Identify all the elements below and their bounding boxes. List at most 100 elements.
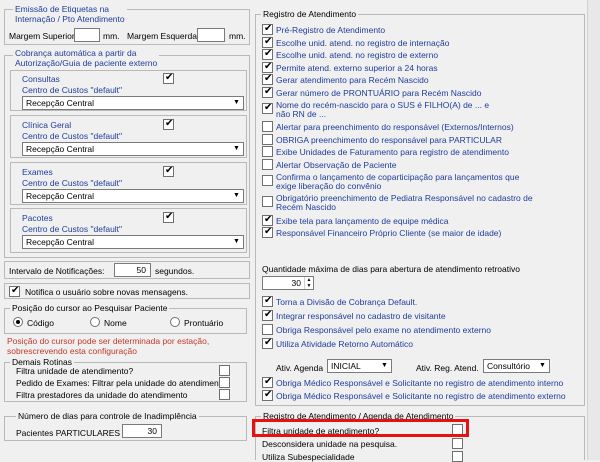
- quantidade-label: Quantidade máxima de dias para abertura …: [262, 264, 520, 274]
- registro-items2-0-label: Torna a Divisão de Cobrança Default.: [276, 297, 418, 307]
- consultas-label: Consultas: [22, 74, 60, 84]
- demais-item-0-checkbox[interactable]: [219, 365, 230, 376]
- inadimplencia-input[interactable]: 30: [122, 424, 162, 438]
- registro-items-3-label: Permite atend. externo superior a 24 hor…: [276, 62, 438, 73]
- registro-items-11-checkbox[interactable]: [262, 174, 273, 186]
- ativ-reg-select[interactable]: Consultório ▼: [483, 359, 550, 373]
- registro-items-12-label: Obrigatório preenchimento de Pediatra Re…: [276, 193, 533, 213]
- cursor-title: Posição do cursor ao Pesquisar Paciente: [10, 303, 170, 313]
- highlight-box: [252, 419, 469, 437]
- scrollbar[interactable]: [587, 0, 600, 460]
- exames-centro-select[interactable]: Recepção Central ▼: [22, 189, 244, 203]
- registro-items-14-checkbox[interactable]: [262, 226, 273, 239]
- registro-items-8-label: OBRIGA preenchimento do responsável para…: [276, 134, 502, 145]
- registro-items-7-checkbox[interactable]: [262, 121, 273, 133]
- exames-centro-label: Centro de Custos "default": [22, 178, 123, 188]
- registro-items-4-label: Gerar atendimento para Recém Nascido: [276, 75, 429, 86]
- registro-items-0-label: Pré-Registro de Atendimento: [276, 25, 386, 35]
- registro-items-13-label: Exibe tela para lançamento de equipe méd…: [276, 215, 449, 226]
- registro-items2-3-label: Utiliza Atividade Retorno Automático: [276, 339, 414, 349]
- notifica-checkbox[interactable]: [9, 285, 20, 297]
- registro-items-4-checkbox[interactable]: [262, 73, 273, 86]
- margem-esquerda-input[interactable]: [197, 28, 225, 42]
- registro-agenda-item-1-label: Desconsidera unidade na pesquisa.: [262, 439, 398, 449]
- registro-items-5-checkbox[interactable]: [262, 86, 273, 98]
- registro-items-14-label: Responsável Financeiro Próprio Cliente (…: [276, 228, 502, 239]
- registro-items-10-checkbox[interactable]: [262, 159, 273, 170]
- registro-items2-1-checkbox[interactable]: [262, 309, 273, 321]
- registro-items3-1-checkbox[interactable]: [262, 389, 273, 401]
- pacotes-checkbox[interactable]: [163, 211, 174, 223]
- chevron-down-icon: ▼: [233, 238, 240, 245]
- registro-items3-0-checkbox[interactable]: [262, 376, 273, 388]
- registro-items2-0-checkbox[interactable]: [262, 295, 273, 307]
- cursor-warning-line1: Posição do cursor pode ser determinada p…: [7, 336, 210, 346]
- spin-arrows-icon[interactable]: ▲ ▼: [304, 277, 313, 289]
- notificacoes-input[interactable]: 50: [114, 263, 151, 277]
- demais-item-0-label: Filtra unidade de atendimento?: [16, 366, 134, 376]
- clinica-centro-select[interactable]: Recepção Central ▼: [22, 142, 244, 156]
- registro-items-12-checkbox[interactable]: [262, 196, 273, 208]
- demais-item-2-checkbox[interactable]: [219, 389, 230, 400]
- cursor-radio-codigo[interactable]: [13, 317, 23, 327]
- chevron-down-icon: ▼: [381, 362, 388, 369]
- margem-esquerda-label: Margem Esquerda: [127, 31, 197, 41]
- chevron-down-icon: ▼: [539, 362, 546, 369]
- margem-esquerda-unit: mm.: [229, 31, 246, 41]
- registro-items3-0-label: Obriga Médico Responsável e Solicitante …: [276, 378, 564, 388]
- registro-items-6-checkbox[interactable]: [262, 102, 273, 114]
- demais-item-1-label: Pedido de Exames: Filtrar pela unidade d…: [16, 378, 226, 388]
- registro-items-2-label: Escolhe unid. atend. no registro de exte…: [276, 50, 439, 61]
- registro-items3-1-label: Obriga Médico Responsável e Solicitante …: [276, 390, 566, 401]
- quantidade-input[interactable]: 30 ▲ ▼: [262, 276, 314, 290]
- margem-superior-unit: mm.: [103, 31, 120, 41]
- ativ-agenda-select[interactable]: INICIAL ▼: [327, 359, 392, 373]
- etiquetas-title-line2: Internação / Pto Atendimento: [15, 14, 125, 24]
- quantidade-value: 30: [291, 278, 301, 288]
- registro-items-1-checkbox[interactable]: [262, 36, 273, 48]
- inadimplencia-value: 30: [147, 426, 157, 436]
- ativ-agenda-label: Ativ. Agenda: [276, 363, 324, 373]
- clinica-label: Clínica Geral: [22, 120, 72, 130]
- consultas-centro-value: Recepção Central: [26, 98, 95, 108]
- clinica-checkbox[interactable]: [163, 118, 174, 130]
- registro-items-13-checkbox[interactable]: [262, 214, 273, 226]
- notificacoes-value: 50: [136, 265, 146, 275]
- registro-items-9-checkbox[interactable]: [262, 146, 273, 158]
- chevron-down-icon: ▼: [233, 192, 240, 199]
- registro-agenda-item-1-checkbox[interactable]: [452, 438, 463, 449]
- consultas-centro-select[interactable]: Recepção Central ▼: [22, 96, 244, 110]
- margem-superior-input[interactable]: [74, 28, 100, 42]
- etiquetas-title: Emissão de Etiquetas na Internação / Pto…: [13, 4, 127, 24]
- ativ-agenda-value: INICIAL: [331, 361, 361, 371]
- registro-items-2-checkbox[interactable]: [262, 48, 273, 61]
- exames-centro-value: Recepção Central: [26, 191, 95, 201]
- registro-items-8-checkbox[interactable]: [262, 133, 273, 145]
- clinica-centro-value: Recepção Central: [26, 144, 95, 154]
- demais-item-1-checkbox[interactable]: [219, 377, 230, 388]
- registro-items-0-checkbox[interactable]: [262, 23, 273, 35]
- registro-items2-2-checkbox[interactable]: [262, 324, 273, 335]
- registro-agenda-item-2-checkbox[interactable]: [452, 451, 463, 462]
- registro-items-1-label: Escolhe unid. atend. no registro de inte…: [276, 37, 450, 48]
- exames-label: Exames: [22, 167, 53, 177]
- cursor-option-nome: Nome: [104, 318, 127, 328]
- notificacoes-label: Intervalo de Notificações:: [9, 266, 105, 276]
- inadimplencia-title: Número de dias para controle de Inadimpl…: [16, 411, 199, 421]
- cursor-radio-prontuario[interactable]: [170, 317, 180, 327]
- pacotes-label: Pacotes: [22, 213, 53, 223]
- pacotes-centro-select[interactable]: Recepção Central ▼: [22, 235, 244, 249]
- notifica-label: Notifica o usuário sobre novas mensagens…: [25, 287, 189, 297]
- demais-item-2-label: Filtra prestadores da unidade do atendim…: [16, 390, 188, 400]
- registro-items2-3-checkbox[interactable]: [262, 337, 273, 349]
- exames-checkbox[interactable]: [163, 165, 174, 177]
- registro-items-3-checkbox[interactable]: [262, 61, 273, 73]
- cursor-option-prontuario: Prontuário: [184, 318, 224, 328]
- registro-title: Registro de Atendimento: [261, 9, 359, 19]
- registro-items-10-label: Alertar Observação de Paciente: [276, 160, 397, 170]
- cursor-warning-line2: sobrescrevendo esta configuração: [7, 346, 137, 356]
- cursor-radio-nome[interactable]: [90, 317, 100, 327]
- cursor-option-codigo: Código: [27, 318, 54, 328]
- registro-agenda-item-2-label: Utiliza Subespecialidade: [262, 452, 355, 462]
- consultas-checkbox[interactable]: [163, 72, 174, 84]
